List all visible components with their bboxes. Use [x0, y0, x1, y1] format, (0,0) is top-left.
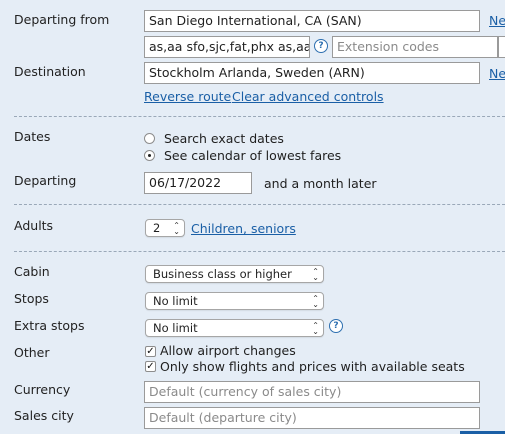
children-seniors-link[interactable]: Children, seniors — [191, 221, 296, 236]
section-divider — [14, 116, 505, 117]
departing-date-input[interactable]: 06/17/2022 — [144, 172, 252, 194]
cabin-select-value: Business class or higher — [153, 267, 292, 281]
stops-select[interactable]: No limit ⌃ ⌄ — [145, 292, 324, 310]
destination-nearby-link[interactable]: Ne — [489, 66, 505, 81]
allow-airport-changes-label[interactable]: Allow airport changes — [160, 343, 296, 358]
departing-date-label: Departing — [14, 173, 77, 188]
currency-label: Currency — [14, 382, 71, 397]
section-divider — [14, 251, 505, 252]
cabin-select[interactable]: Business class or higher ⌃ ⌄ — [145, 265, 324, 283]
updown-arrow-icon: ⌃ ⌄ — [312, 321, 319, 336]
routing-codes-input[interactable]: as,aa sfo,sjc,fat,phx as,aa — [144, 36, 310, 58]
extra-stops-select[interactable]: No limit ⌃ ⌄ — [145, 319, 324, 337]
extension-codes-input[interactable]: Extension codes — [332, 36, 498, 58]
extra-stops-label: Extra stops — [14, 318, 85, 333]
stops-select-value: No limit — [153, 294, 198, 308]
updown-arrow-icon: ⌃ ⌄ — [173, 221, 180, 236]
calendar-radio[interactable] — [144, 150, 155, 161]
extension-overflow-field[interactable] — [498, 36, 505, 58]
clear-advanced-link[interactable]: Clear advanced controls — [232, 89, 384, 104]
adults-label: Adults — [14, 218, 54, 233]
updown-arrow-icon: ⌃ ⌄ — [312, 267, 319, 282]
destination-input[interactable]: Stockholm Arlanda, Sweden (ARN) — [144, 62, 480, 84]
origin-nearby-link[interactable]: Ne — [489, 13, 505, 28]
destination-label: Destination — [14, 64, 86, 79]
checkmark-icon: ✓ — [146, 361, 155, 372]
only-available-label[interactable]: Only show flights and prices with availa… — [160, 359, 465, 374]
currency-input[interactable]: Default (currency of sales city) — [144, 381, 480, 403]
question-mark-icon[interactable]: ? — [329, 319, 343, 333]
adults-select[interactable]: 2 ⌃ ⌄ — [145, 219, 185, 237]
checkmark-icon: ✓ — [146, 346, 155, 357]
sales-city-input[interactable]: Default (departure city) — [144, 407, 480, 429]
calendar-label[interactable]: See calendar of lowest fares — [164, 148, 341, 163]
allow-airport-changes-checkbox[interactable]: ✓ — [145, 346, 156, 357]
section-divider — [14, 204, 505, 205]
reverse-route-link[interactable]: Reverse route — [144, 89, 231, 104]
only-available-checkbox[interactable]: ✓ — [145, 361, 156, 372]
departing-from-label: Departing from — [14, 12, 110, 27]
cabin-label: Cabin — [14, 264, 50, 279]
stops-label: Stops — [14, 291, 49, 306]
updown-arrow-icon: ⌃ ⌄ — [312, 294, 319, 309]
other-label: Other — [14, 345, 50, 360]
date-range-text: and a month later — [264, 176, 377, 191]
extra-stops-select-value: No limit — [153, 321, 198, 335]
dates-label: Dates — [14, 129, 51, 144]
origin-input[interactable]: San Diego International, CA (SAN) — [144, 10, 480, 32]
adults-select-value: 2 — [153, 221, 161, 235]
sales-city-label: Sales city — [14, 408, 74, 423]
question-mark-icon[interactable]: ? — [314, 39, 328, 53]
exact-dates-radio[interactable] — [144, 133, 155, 144]
exact-dates-label[interactable]: Search exact dates — [164, 131, 284, 146]
radio-selected-dot — [148, 154, 151, 157]
